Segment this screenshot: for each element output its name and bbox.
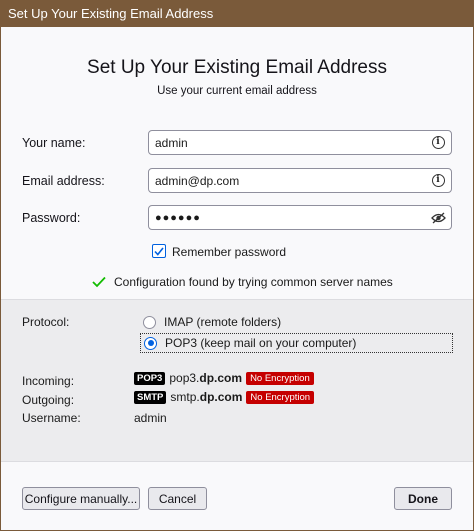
name-field[interactable]: admin i <box>148 130 452 155</box>
page-subtitle: Use your current email address <box>157 85 317 97</box>
incoming-encryption-badge: No Encryption <box>246 371 314 385</box>
radio-pop3[interactable]: POP3 (keep mail on your computer) <box>140 333 453 353</box>
remember-password-checkbox[interactable] <box>152 244 166 258</box>
eye-slash-icon[interactable] <box>425 206 451 229</box>
page-title: Set Up Your Existing Email Address <box>87 57 387 78</box>
window-titlebar: Set Up Your Existing Email Address <box>0 0 474 27</box>
checkmark-icon <box>92 276 106 288</box>
incoming-protocol-badge: POP3 <box>134 371 166 385</box>
checkmark-icon <box>154 247 164 256</box>
password-field[interactable]: ●●●●●● <box>148 205 452 230</box>
username-value: admin <box>134 411 167 425</box>
outgoing-protocol-badge: SMTP <box>134 390 167 404</box>
radio-pop3-label: POP3 (keep mail on your computer) <box>165 336 357 350</box>
configure-manually-button[interactable]: Configure manually... <box>22 487 140 510</box>
radio-imap[interactable]: IMAP (remote folders) <box>140 312 281 332</box>
outgoing-host: smtp.dp.com <box>170 390 243 404</box>
incoming-label: Incoming: <box>22 374 75 388</box>
radio-pop3-button[interactable] <box>144 336 157 350</box>
window-title: Set Up Your Existing Email Address <box>8 6 214 21</box>
config-status-text: Configuration found by trying common ser… <box>114 275 393 289</box>
config-status: Configuration found by trying common ser… <box>92 275 393 289</box>
email-value: admin@dp.com <box>155 173 240 188</box>
incoming-server: POP3 pop3.dp.com No Encryption <box>134 371 314 385</box>
outgoing-encryption-badge: No Encryption <box>246 390 315 404</box>
password-label: Password: <box>22 211 81 225</box>
name-label: Your name: <box>22 136 86 150</box>
info-icon[interactable]: i <box>425 169 451 192</box>
cancel-button[interactable]: Cancel <box>148 487 207 510</box>
remember-password-label[interactable]: Remember password <box>172 245 286 259</box>
done-button[interactable]: Done <box>394 487 452 510</box>
name-value: admin <box>155 135 188 150</box>
email-label: Email address: <box>22 174 105 188</box>
info-icon[interactable]: i <box>425 131 451 154</box>
incoming-host: pop3.dp.com <box>169 371 243 385</box>
protocol-label: Protocol: <box>22 315 70 329</box>
outgoing-server: SMTP smtp.dp.com No Encryption <box>134 390 315 404</box>
radio-imap-button[interactable] <box>143 315 156 329</box>
username-label: Username: <box>22 411 81 425</box>
password-value: ●●●●●● <box>155 211 201 224</box>
radio-imap-label: IMAP (remote folders) <box>164 315 282 329</box>
outgoing-label: Outgoing: <box>22 393 75 407</box>
email-field[interactable]: admin@dp.com i <box>148 168 452 193</box>
